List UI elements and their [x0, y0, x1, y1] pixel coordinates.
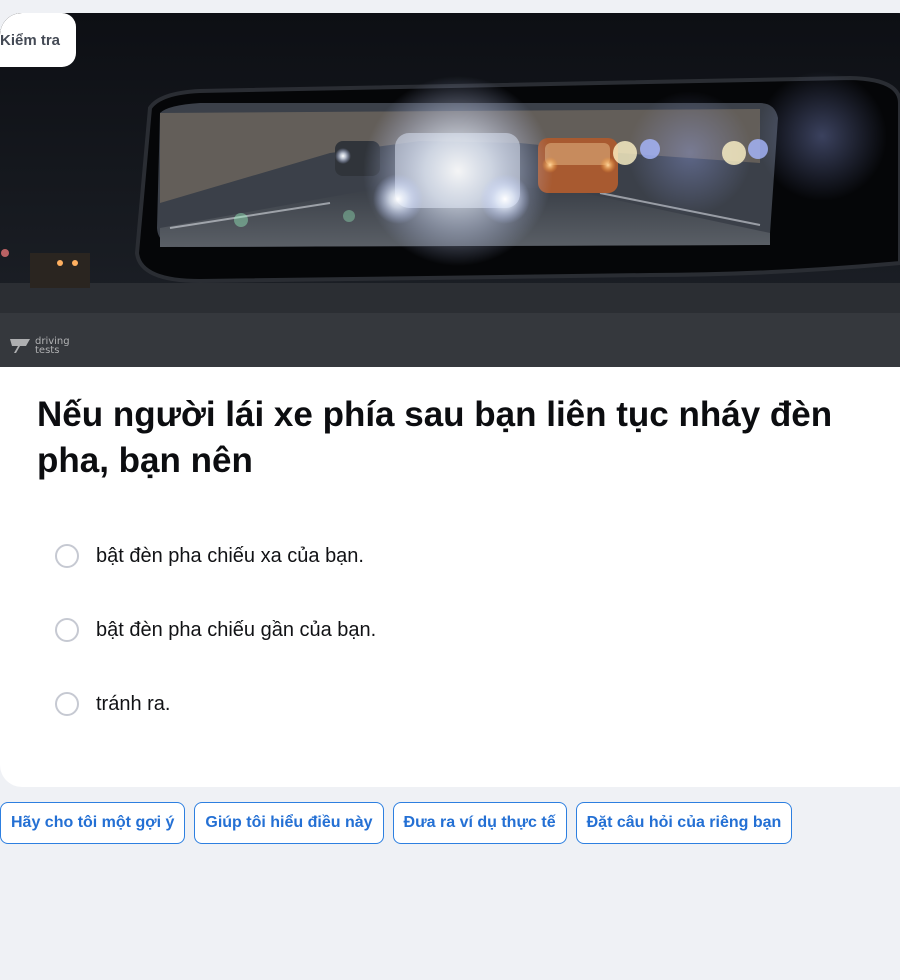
hint-button[interactable]: Hãy cho tôi một gợi ý — [0, 802, 186, 844]
answer-option[interactable]: bật đèn pha chiếu xa của bạn. — [55, 540, 376, 572]
radio-button[interactable] — [55, 692, 79, 716]
rearview-mirror-illustration — [0, 13, 900, 367]
answer-option[interactable]: bật đèn pha chiếu gần của bạn. — [55, 614, 376, 646]
answer-options: bật đèn pha chiếu xa của bạn. bật đèn ph… — [55, 540, 376, 762]
radio-button[interactable] — [55, 544, 79, 568]
answer-option-label: bật đèn pha chiếu gần của bạn. — [96, 618, 377, 641]
ai-helper-chips: Hãy cho tôi một gợi ý Giúp tôi hiểu điều… — [0, 802, 793, 844]
watermark-line-2: tests — [35, 345, 60, 356]
mode-badge: Kiểm tra — [0, 13, 77, 67]
answer-option-label: bật đèn pha chiếu xa của bạn. — [96, 544, 364, 567]
answer-option[interactable]: tránh ra. — [55, 688, 376, 720]
question-text: Nếu người lái xe phía sau bạn liên tục n… — [37, 395, 833, 480]
ask-own-question-button[interactable]: Đặt câu hỏi của riêng bạn — [575, 802, 793, 844]
real-example-button[interactable]: Đưa ra ví dụ thực tế — [392, 802, 567, 844]
watermark-text: driving tests — [35, 337, 75, 356]
answer-option-label: tránh ra. — [96, 692, 171, 715]
driving-tests-logo-icon — [10, 339, 30, 353]
explain-button[interactable]: Giúp tôi hiểu điều này — [194, 802, 384, 844]
page: driving tests Kiểm tra Nếu người lái xe … — [0, 0, 900, 980]
question-image: driving tests — [0, 13, 900, 367]
radio-button[interactable] — [55, 618, 79, 642]
driving-tests-watermark: driving tests — [8, 336, 75, 356]
